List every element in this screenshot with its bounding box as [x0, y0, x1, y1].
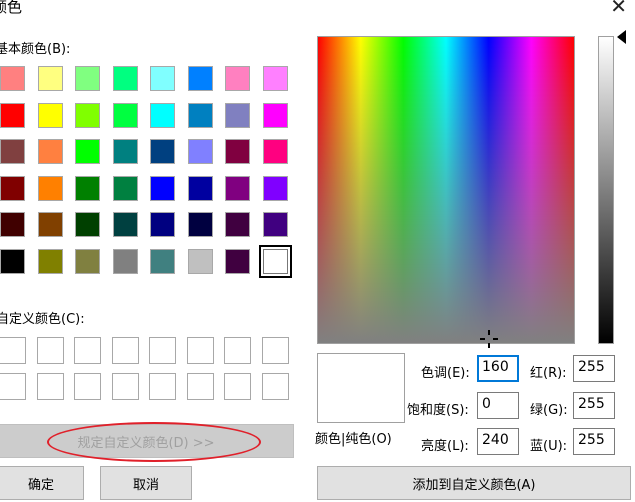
basic-color-swatch[interactable] — [0, 212, 25, 237]
basic-color-swatch[interactable] — [75, 175, 100, 201]
basic-color-swatch[interactable] — [37, 248, 63, 274]
basic-color-swatch[interactable] — [150, 66, 175, 91]
custom-color-swatch[interactable] — [111, 337, 139, 364]
basic-color-swatch[interactable] — [75, 66, 100, 91]
custom-colors-label: 自定义颜色(C): — [0, 312, 85, 327]
basic-color-swatch[interactable] — [112, 248, 138, 274]
basic-color-swatch[interactable] — [112, 66, 138, 91]
basic-color-swatch[interactable] — [37, 139, 63, 164]
basic-color-swatch[interactable] — [187, 212, 213, 237]
basic-color-swatch[interactable] — [258, 244, 292, 278]
custom-color-swatch[interactable] — [111, 373, 139, 400]
basic-color-swatch[interactable] — [0, 175, 25, 201]
custom-color-swatch[interactable] — [0, 373, 26, 400]
basic-color-swatch[interactable] — [75, 139, 100, 164]
basic-color-swatch[interactable] — [187, 175, 213, 201]
green-input[interactable]: 255 — [573, 392, 615, 419]
solid-color-label: 颜色|纯色(O) — [315, 432, 392, 447]
basic-color-swatch[interactable] — [150, 212, 175, 237]
luminance-arrow-icon[interactable] — [617, 30, 626, 44]
luminance-input[interactable]: 240 — [477, 428, 519, 455]
basic-color-swatch[interactable] — [150, 248, 175, 274]
basic-color-swatch[interactable] — [262, 212, 288, 237]
basic-color-swatch[interactable] — [262, 66, 288, 91]
basic-colors-label: 基本颜色(B): — [0, 42, 71, 57]
define-custom-colors-button[interactable]: 规定自定义颜色(D) >> — [0, 424, 294, 458]
custom-color-swatch[interactable] — [74, 373, 101, 400]
basic-color-swatch[interactable] — [112, 212, 138, 237]
hue-input[interactable]: 160 — [477, 355, 519, 382]
basic-color-swatch[interactable] — [112, 175, 138, 201]
custom-color-swatch[interactable] — [149, 373, 176, 400]
basic-color-swatch[interactable] — [150, 139, 175, 164]
cancel-button[interactable]: 取消 — [100, 466, 192, 500]
custom-color-swatch[interactable] — [74, 337, 101, 364]
custom-color-swatch[interactable] — [261, 337, 289, 364]
dialog-title: 颜色 — [0, 0, 23, 16]
custom-color-swatch[interactable] — [224, 337, 251, 364]
basic-color-swatch[interactable] — [37, 102, 63, 128]
basic-color-swatch[interactable] — [112, 102, 138, 128]
basic-color-swatch[interactable] — [225, 248, 250, 274]
basic-color-swatch[interactable] — [0, 139, 25, 164]
basic-color-swatch[interactable] — [75, 248, 100, 274]
basic-color-swatch[interactable] — [75, 212, 100, 237]
custom-color-swatch[interactable] — [149, 337, 176, 364]
color-spectrum[interactable] — [317, 36, 575, 344]
custom-color-swatch[interactable] — [0, 337, 26, 364]
saturation-input[interactable]: 0 — [477, 392, 519, 419]
blue-input[interactable]: 255 — [573, 428, 615, 455]
basic-color-swatch[interactable] — [225, 139, 250, 164]
add-to-custom-colors-button[interactable]: 添加到自定义颜色(A) — [317, 466, 631, 500]
basic-color-swatch[interactable] — [37, 175, 63, 201]
basic-color-swatch[interactable] — [112, 139, 138, 164]
saturation-label: 饱和度(S): — [407, 403, 469, 418]
custom-color-swatch[interactable] — [36, 337, 64, 364]
custom-color-swatch[interactable] — [186, 373, 214, 400]
basic-color-swatch[interactable] — [150, 102, 175, 128]
luminance-slider[interactable] — [598, 36, 614, 344]
basic-color-swatch[interactable] — [225, 175, 250, 201]
basic-color-swatch[interactable] — [37, 66, 63, 91]
basic-color-swatch[interactable] — [262, 102, 288, 128]
basic-color-swatch[interactable] — [225, 66, 250, 91]
custom-color-swatch[interactable] — [224, 373, 251, 400]
basic-color-swatch[interactable] — [0, 66, 25, 91]
basic-color-swatch[interactable] — [0, 102, 25, 128]
blue-label: 蓝(U): — [530, 439, 568, 454]
crosshair-icon — [480, 330, 498, 348]
green-label: 绿(G): — [530, 403, 568, 418]
basic-color-swatch[interactable] — [262, 139, 288, 164]
basic-color-swatch[interactable] — [37, 212, 63, 237]
custom-color-swatch[interactable] — [261, 373, 289, 400]
basic-color-swatch[interactable] — [187, 139, 213, 164]
hue-label: 色调(E): — [421, 366, 470, 381]
basic-color-swatch[interactable] — [187, 248, 213, 274]
basic-color-swatch[interactable] — [225, 212, 250, 237]
red-input[interactable]: 255 — [573, 355, 615, 382]
basic-color-swatch[interactable] — [225, 102, 250, 128]
close-icon[interactable]: ✕ — [610, 0, 627, 16]
basic-color-swatch[interactable] — [187, 66, 213, 91]
basic-color-swatch[interactable] — [262, 175, 288, 201]
basic-color-swatch[interactable] — [75, 102, 100, 128]
basic-color-swatch[interactable] — [150, 175, 175, 201]
ok-button[interactable]: 确定 — [0, 466, 84, 500]
color-preview — [317, 353, 405, 423]
custom-color-swatch[interactable] — [186, 337, 214, 364]
basic-color-swatch[interactable] — [187, 102, 213, 128]
custom-color-swatch[interactable] — [36, 373, 64, 400]
red-label: 红(R): — [530, 366, 567, 381]
basic-color-swatch[interactable] — [0, 248, 25, 274]
luminance-label: 亮度(L): — [421, 439, 469, 454]
